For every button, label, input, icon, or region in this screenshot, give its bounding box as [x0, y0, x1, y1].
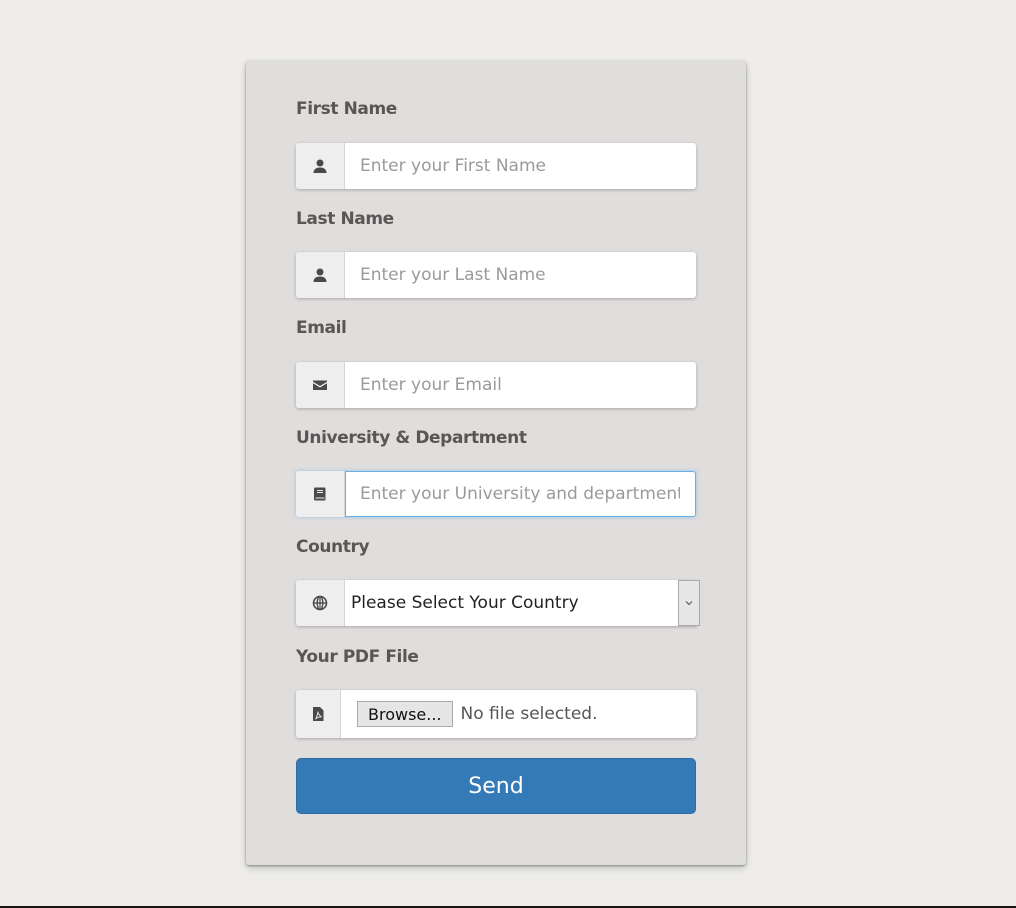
envelope-icon: [296, 362, 345, 408]
pdf-label: Your PDF File: [296, 647, 419, 667]
registration-form-card: First Name Last Name Email University & …: [246, 61, 746, 865]
send-button[interactable]: Send: [296, 758, 696, 814]
email-group: [296, 362, 696, 408]
globe-icon: [296, 580, 345, 626]
email-label: Email: [296, 318, 347, 338]
book-icon: [296, 471, 345, 517]
country-group: Please Select Your Country: [296, 580, 700, 626]
pdf-file-input[interactable]: Browse... No file selected.: [341, 690, 696, 738]
chevron-down-icon[interactable]: [678, 580, 700, 626]
last-name-group: [296, 252, 696, 298]
university-group: [296, 471, 696, 517]
last-name-input[interactable]: [345, 252, 696, 298]
file-status: No file selected.: [460, 704, 598, 724]
university-input[interactable]: [345, 471, 696, 517]
email-input[interactable]: [345, 362, 696, 408]
country-label: Country: [296, 537, 370, 557]
country-select[interactable]: Please Select Your Country: [345, 580, 700, 626]
university-label: University & Department: [296, 428, 527, 448]
user-icon: [296, 252, 345, 298]
browse-button[interactable]: Browse...: [357, 701, 453, 727]
first-name-input[interactable]: [345, 143, 696, 189]
country-selected-value: Please Select Your Country: [351, 593, 579, 613]
first-name-group: [296, 143, 696, 189]
user-icon: [296, 143, 345, 189]
first-name-label: First Name: [296, 99, 397, 119]
file-pdf-icon: [296, 690, 341, 738]
last-name-label: Last Name: [296, 209, 394, 229]
pdf-group: Browse... No file selected.: [296, 690, 696, 738]
